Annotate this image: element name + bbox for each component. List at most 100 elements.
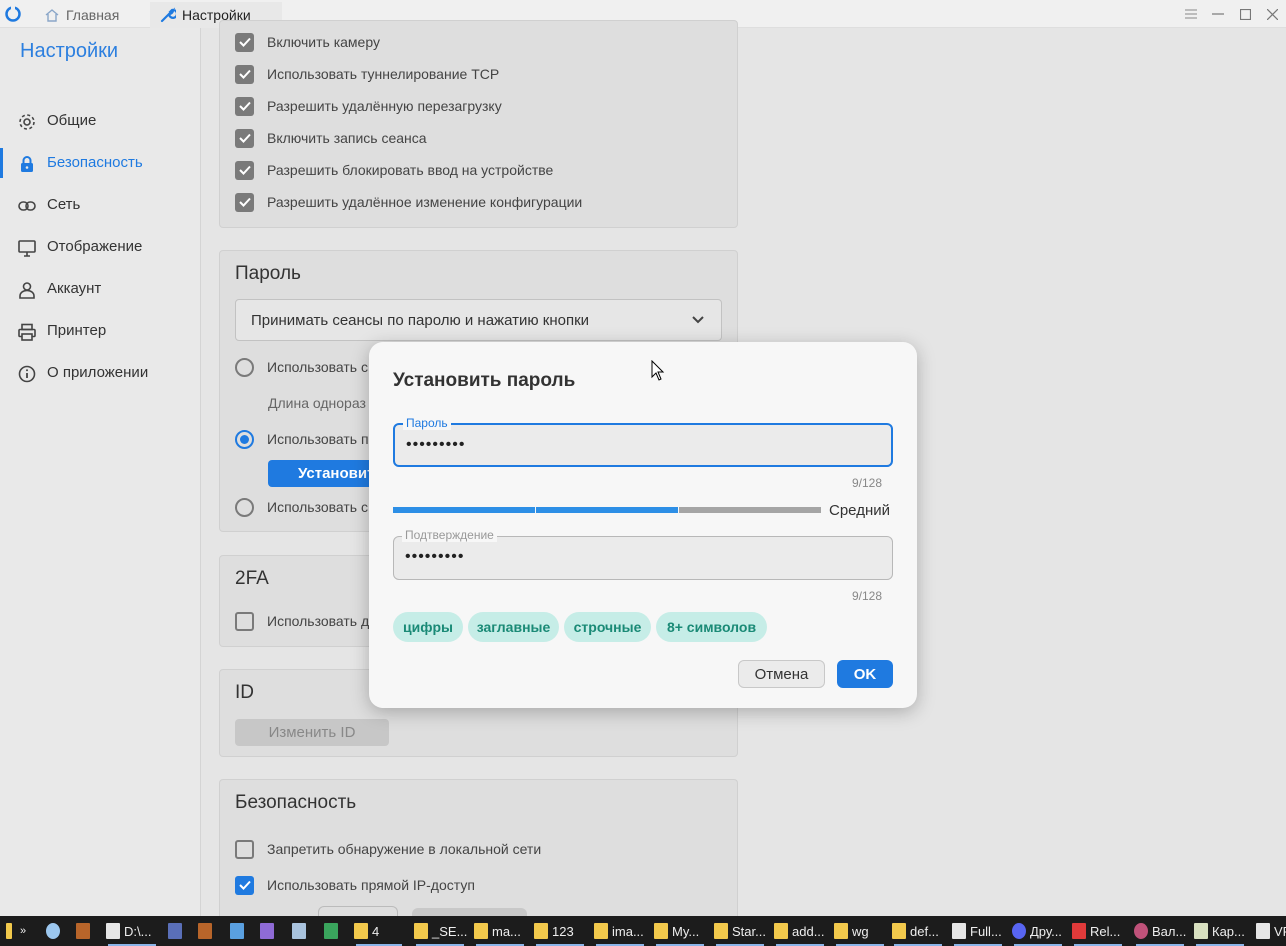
radio-button[interactable] xyxy=(235,357,254,377)
set-password-button[interactable]: Установит xyxy=(268,460,378,487)
taskbar-item[interactable]: Дру... xyxy=(1012,916,1064,946)
checkbox-checked[interactable] xyxy=(235,32,254,52)
permission-row[interactable]: Включить камеру xyxy=(235,31,380,53)
radio-row[interactable]: Использовать с xyxy=(235,356,368,378)
select-value: Принимать сеансы по паролю и нажатию кно… xyxy=(251,311,590,329)
permission-label: Включить камеру xyxy=(267,34,380,50)
permission-label: Включить запись сеанса xyxy=(267,130,427,146)
checkbox-unchecked[interactable] xyxy=(235,611,254,631)
taskbar-item-label: VP xyxy=(1274,923,1286,939)
taskbar-item[interactable]: Кар... xyxy=(1194,916,1246,946)
sidebar-item-account[interactable]: Аккаунт xyxy=(0,274,200,304)
radio-button[interactable] xyxy=(235,497,254,517)
taskbar-item-label: _SE... xyxy=(432,923,468,939)
taskbar-item[interactable]: add... xyxy=(774,916,826,946)
permission-row[interactable]: Использовать туннелирование TCP xyxy=(235,63,499,85)
taskbar-item[interactable]: def... xyxy=(892,916,944,946)
menu-icon[interactable] xyxy=(1181,4,1201,24)
security-section-title: Безопасность xyxy=(235,792,357,813)
sidebar-item-security[interactable]: Безопасность xyxy=(0,148,200,178)
taskbar-item[interactable]: _SE... xyxy=(414,916,468,946)
checkbox-checked[interactable] xyxy=(235,96,254,116)
taskbar-item[interactable]: Full... xyxy=(952,916,1004,946)
taskbar-app-icon[interactable] xyxy=(260,916,274,946)
permission-row[interactable]: Разрешить удалённое изменение конфигурац… xyxy=(235,191,582,213)
taskbar-item[interactable]: ima... xyxy=(594,916,646,946)
permission-row[interactable]: Разрешить удалённую перезагрузку xyxy=(235,95,502,117)
taskbar-item[interactable]: 123 xyxy=(534,916,586,946)
sidebar-item-about[interactable]: О приложении xyxy=(0,358,200,388)
permission-row[interactable]: Включить запись сеанса xyxy=(235,127,427,149)
checkbox-checked[interactable] xyxy=(235,192,254,212)
taskbar-item[interactable]: D:\... xyxy=(106,916,158,946)
radio-label: Использовать п xyxy=(267,431,369,447)
ok-button[interactable]: OK xyxy=(837,660,893,688)
password-field[interactable]: Пароль ••••••••• xyxy=(393,416,893,467)
mouse-cursor-icon xyxy=(651,360,665,381)
change-id-button[interactable]: Изменить ID xyxy=(235,719,389,746)
radio-row[interactable]: Использовать с xyxy=(235,496,368,518)
close-icon[interactable] xyxy=(1262,4,1282,24)
strength-label: Средний xyxy=(829,502,890,519)
taskbar-item-label: wg xyxy=(852,923,869,939)
taskbar-item[interactable]: Rel... xyxy=(1072,916,1124,946)
security-row[interactable]: Запретить обнаружение в локальной сети xyxy=(235,838,541,860)
taskbar-app-icon[interactable] xyxy=(324,916,338,946)
taskbar-item-label: 4 xyxy=(372,923,380,939)
maximize-icon[interactable] xyxy=(1235,4,1255,24)
taskbar-item[interactable]: My... xyxy=(654,916,706,946)
minimize-icon[interactable] xyxy=(1208,4,1228,24)
requirement-chip-lowercase: строчные xyxy=(564,612,651,642)
lock-icon xyxy=(21,156,33,172)
taskbar-item[interactable]: ma... xyxy=(474,916,526,946)
taskbar-app-icon[interactable] xyxy=(46,916,60,946)
checkbox-checked[interactable] xyxy=(235,128,254,148)
taskbar-item[interactable]: Star... xyxy=(714,916,766,946)
taskbar-item-label: My... xyxy=(672,923,700,939)
taskbar-item[interactable]: Вал... xyxy=(1134,916,1186,946)
radio-button-selected[interactable] xyxy=(235,429,254,449)
requirement-chip-digits: цифры xyxy=(393,612,463,642)
checkbox-checked[interactable] xyxy=(235,875,254,895)
taskbar-app-icon[interactable] xyxy=(198,916,212,946)
link-icon xyxy=(18,201,36,211)
tab-home-label: Главная xyxy=(66,7,120,23)
taskbar-pin-icon[interactable] xyxy=(6,916,12,946)
password-mode-select[interactable]: Принимать сеансы по паролю и нажатию кно… xyxy=(235,299,722,341)
sidebar-item-label: Отображение xyxy=(47,238,143,255)
home-icon xyxy=(45,9,59,22)
strength-segment xyxy=(679,507,821,513)
checkbox-unchecked[interactable] xyxy=(235,839,254,859)
sidebar-item-label: Безопасность xyxy=(47,154,143,171)
taskbar-item-label: Кар... xyxy=(1212,923,1245,939)
permission-row[interactable]: Разрешить блокировать ввод на устройстве xyxy=(235,159,553,181)
taskbar-app-icon[interactable] xyxy=(230,916,244,946)
twofa-section-title: 2FA xyxy=(235,568,269,589)
twofa-row[interactable]: Использовать д xyxy=(235,610,369,632)
radio-row[interactable]: Использовать п xyxy=(235,428,369,450)
checkbox-checked[interactable] xyxy=(235,64,254,84)
security-row[interactable]: Использовать прямой IP-доступ xyxy=(235,874,475,896)
taskbar-item[interactable]: 4 xyxy=(354,916,404,946)
taskbar-item[interactable]: wg xyxy=(834,916,886,946)
checkbox-checked[interactable] xyxy=(235,160,254,180)
taskbar-overflow-icon[interactable]: » xyxy=(20,916,26,946)
sidebar-item-printer[interactable]: Принтер xyxy=(0,316,200,346)
wrench-icon xyxy=(160,7,176,23)
taskbar-item-label: Rel... xyxy=(1090,923,1121,939)
gear-icon xyxy=(19,114,35,130)
confirm-counter: 9/128 xyxy=(851,589,882,603)
taskbar-item[interactable]: VP xyxy=(1256,916,1286,946)
permission-label: Использовать туннелирование TCP xyxy=(267,66,500,82)
taskbar-app-icon[interactable] xyxy=(168,916,182,946)
sidebar-item-general[interactable]: Общие xyxy=(0,106,200,136)
taskbar-app-icon[interactable] xyxy=(292,916,306,946)
tab-home[interactable]: Главная xyxy=(34,2,148,28)
confirm-field[interactable]: Подтверждение ••••••••• xyxy=(393,528,893,580)
taskbar-app-icon[interactable] xyxy=(76,916,90,946)
app-logo-icon xyxy=(5,5,21,22)
sidebar-item-display[interactable]: Отображение xyxy=(0,232,200,262)
sidebar-item-network[interactable]: Сеть xyxy=(0,190,200,220)
cancel-button[interactable]: Отмена xyxy=(738,660,825,688)
info-icon xyxy=(18,365,36,383)
